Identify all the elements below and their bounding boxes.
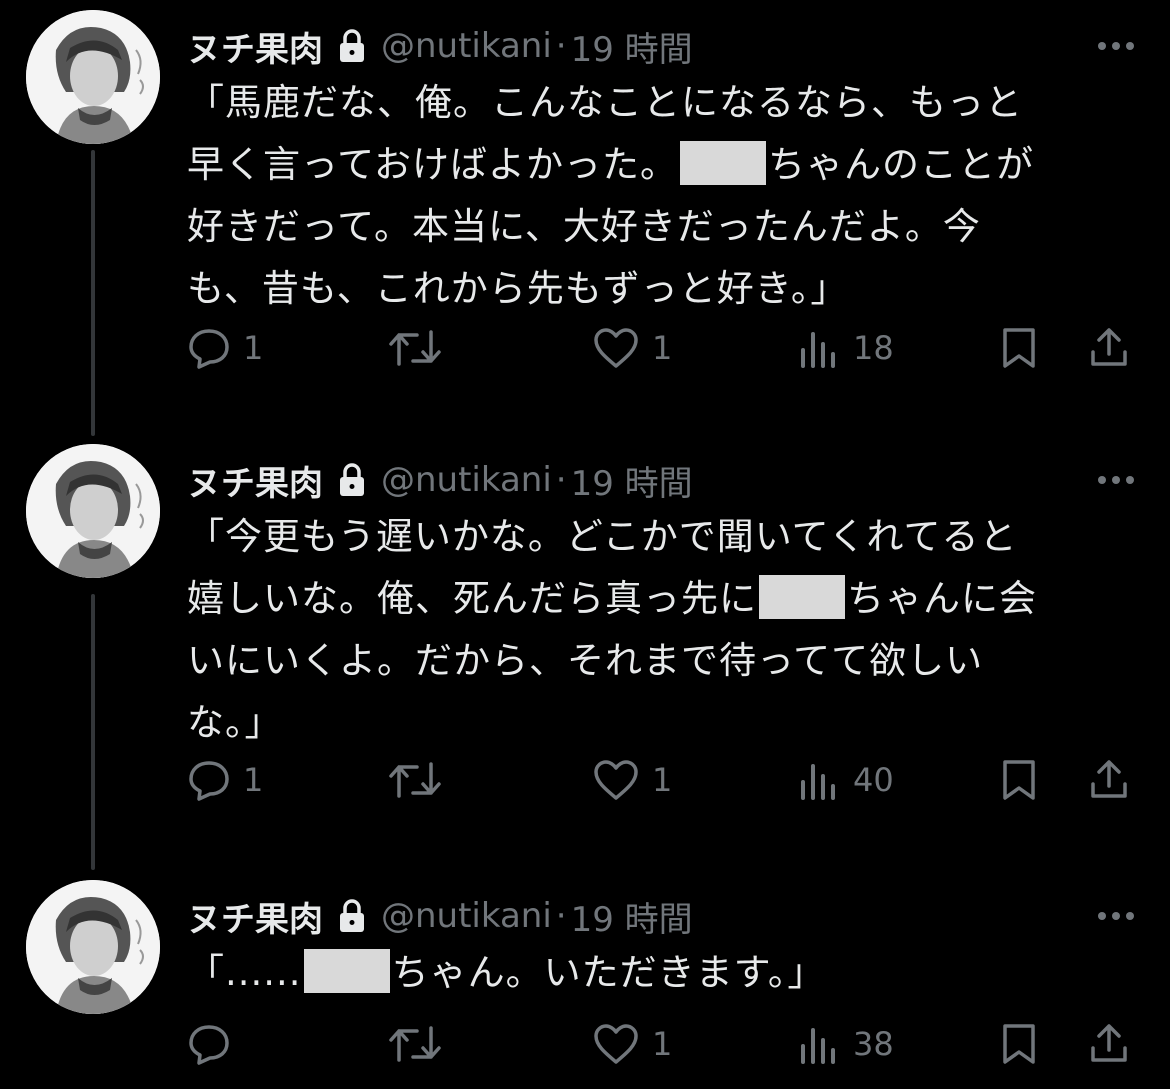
- retweet-button[interactable]: [387, 1019, 455, 1069]
- avatar[interactable]: [26, 10, 160, 144]
- redacted-name: [303, 948, 390, 993]
- text-line: も、昔も、これから先もずっと好き。」: [187, 267, 849, 310]
- like-icon: [594, 760, 638, 800]
- like-icon: [594, 1024, 638, 1064]
- timestamp[interactable]: 19 時間: [571, 456, 693, 505]
- views-icon: [801, 332, 835, 368]
- share-icon: [1091, 760, 1127, 798]
- tweet-text: 「...... ちゃん。いただきます。」: [187, 942, 1137, 1004]
- share-button[interactable]: [1087, 755, 1131, 805]
- tweet-header: ヌチ果肉 @nutikani · 19 時間: [187, 22, 693, 70]
- like-button[interactable]: 1: [592, 1019, 672, 1069]
- redacted-name: [680, 140, 767, 185]
- tweet[interactable]: ヌチ果肉 @nutikani · 19 時間 「今更もう遅いかな。どこかで聞いて…: [0, 444, 1170, 844]
- like-icon: [594, 328, 638, 368]
- retweet-button[interactable]: [387, 323, 455, 373]
- more-options-icon[interactable]: [1094, 906, 1138, 926]
- bookmark-button[interactable]: [997, 1019, 1041, 1069]
- bookmark-button[interactable]: [997, 323, 1041, 373]
- share-button[interactable]: [1087, 1019, 1131, 1069]
- retweet-button[interactable]: [387, 755, 455, 805]
- text-line: 嬉しいな。俺、死んだら真っ先に ちゃんに会: [187, 568, 1137, 630]
- avatar[interactable]: [26, 444, 160, 578]
- separator-dot: ·: [555, 460, 567, 500]
- share-icon: [1091, 1024, 1127, 1062]
- tweet[interactable]: ヌチ果肉 @nutikani · 19 時間 「...... ちゃん。いただきます…: [0, 880, 1170, 1089]
- action-bar: 1 38: [187, 1019, 1147, 1069]
- text-line: な。」: [187, 701, 283, 744]
- reply-icon: [189, 761, 229, 801]
- views-button[interactable]: 40: [797, 755, 894, 805]
- tweet-header: ヌチ果肉 @nutikani · 19 時間: [187, 456, 693, 504]
- like-count: 1: [652, 329, 673, 367]
- text-line: 「今更もう遅いかな。どこかで聞いてくれてると: [187, 515, 1018, 558]
- text-line: 「...... ちゃん。いただきます。」: [187, 942, 1137, 1004]
- bookmark-icon: [1003, 760, 1035, 800]
- timestamp[interactable]: 19 時間: [571, 22, 693, 71]
- lock-icon: [337, 462, 367, 498]
- avatar-image: [26, 880, 160, 1014]
- share-button[interactable]: [1087, 323, 1131, 373]
- retweet-icon: [389, 1026, 441, 1062]
- retweet-icon: [389, 330, 441, 366]
- timestamp[interactable]: 19 時間: [571, 892, 693, 941]
- views-icon: [801, 764, 835, 800]
- reply-button[interactable]: 1: [187, 755, 263, 805]
- like-count: 1: [652, 1025, 673, 1063]
- avatar-image: [26, 444, 160, 578]
- lock-icon: [337, 28, 367, 64]
- avatar-image: [26, 10, 160, 144]
- tweet-header: ヌチ果肉 @nutikani · 19 時間: [187, 892, 693, 940]
- views-count: 18: [853, 329, 894, 367]
- text-line: 「馬鹿だな、俺。こんなことになるなら、もっと: [187, 81, 1023, 124]
- bookmark-icon: [1003, 1024, 1035, 1064]
- reply-count: 1: [243, 761, 264, 799]
- text-line: 早く言っておけばよかった。 ちゃんのことが: [187, 134, 1137, 196]
- views-button[interactable]: 38: [797, 1019, 894, 1069]
- tweet[interactable]: ヌチ果肉 @nutikani · 19 時間 「馬鹿だな、俺。こんなことになるな…: [0, 10, 1170, 410]
- user-handle[interactable]: @nutikani: [381, 26, 552, 66]
- tweet-text: 「馬鹿だな、俺。こんなことになるなら、もっと 早く言っておけばよかった。 ちゃんの…: [187, 72, 1137, 320]
- more-options-icon[interactable]: [1094, 36, 1138, 56]
- display-name[interactable]: ヌチ果肉: [187, 22, 323, 71]
- user-handle[interactable]: @nutikani: [381, 896, 552, 936]
- reply-icon: [189, 1025, 229, 1065]
- text-line: 好きだって。本当に、大好きだったんだよ。今: [187, 205, 981, 248]
- views-count: 38: [853, 1025, 894, 1063]
- reply-icon: [189, 329, 229, 369]
- like-button[interactable]: 1: [592, 323, 672, 373]
- tweet-thread: ヌチ果肉 @nutikani · 19 時間 「馬鹿だな、俺。こんなことになるな…: [0, 0, 1170, 1089]
- text-line: いにいくよ。だから、それまで待ってて欲しい: [187, 639, 984, 682]
- bookmark-button[interactable]: [997, 755, 1041, 805]
- like-button[interactable]: 1: [592, 755, 672, 805]
- action-bar: 1 1 40: [187, 755, 1147, 805]
- bookmark-icon: [1003, 328, 1035, 368]
- tweet-text: 「今更もう遅いかな。どこかで聞いてくれてると 嬉しいな。俺、死んだら真っ先に ちゃ…: [187, 506, 1137, 754]
- avatar[interactable]: [26, 880, 160, 1014]
- reply-button[interactable]: [187, 1019, 243, 1069]
- views-button[interactable]: 18: [797, 323, 894, 373]
- like-count: 1: [652, 761, 673, 799]
- views-icon: [801, 1028, 835, 1064]
- retweet-icon: [389, 762, 441, 798]
- display-name[interactable]: ヌチ果肉: [187, 892, 323, 941]
- redacted-name: [759, 574, 845, 619]
- display-name[interactable]: ヌチ果肉: [187, 456, 323, 505]
- separator-dot: ·: [555, 896, 567, 936]
- separator-dot: ·: [555, 26, 567, 66]
- reply-button[interactable]: 1: [187, 323, 263, 373]
- lock-icon: [337, 898, 367, 934]
- more-options-icon[interactable]: [1094, 470, 1138, 490]
- views-count: 40: [853, 761, 894, 799]
- action-bar: 1 1 18: [187, 323, 1147, 373]
- share-icon: [1091, 328, 1127, 366]
- reply-count: 1: [243, 329, 264, 367]
- user-handle[interactable]: @nutikani: [381, 460, 552, 500]
